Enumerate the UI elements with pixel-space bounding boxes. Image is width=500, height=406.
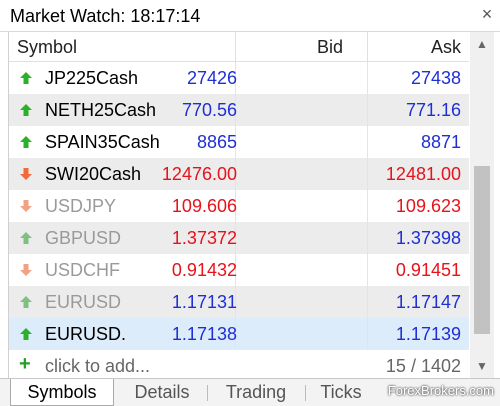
bid-price: 1.17131 xyxy=(171,292,237,312)
table-row[interactable]: NETH25Cash 770.56 771.16 xyxy=(9,94,469,126)
market-watch-table: Symbol Bid Ask JP225Cash 27426 27438 NETH25… xyxy=(8,32,469,378)
bid-price: 12476.00 xyxy=(161,164,237,184)
table-header: Symbol Bid Ask xyxy=(9,32,469,62)
column-header-symbol[interactable]: Symbol xyxy=(17,37,77,58)
bid-price: 109.606 xyxy=(171,196,237,216)
column-header-ask[interactable]: Ask xyxy=(431,37,461,58)
table-row[interactable]: EURUSD. 1.17138 1.17139 xyxy=(9,318,469,350)
tab-details[interactable]: Details xyxy=(118,379,206,406)
title-bar: Market Watch: 18:17:14 × xyxy=(0,0,500,32)
column-header-bid[interactable]: Bid xyxy=(317,37,343,58)
plus-icon: + xyxy=(19,353,31,375)
watermark: ForexBrokers.com xyxy=(387,383,494,398)
arrow-up-icon xyxy=(20,328,32,340)
ask-price: 1.17139 xyxy=(395,324,461,344)
add-symbol-row[interactable]: + click to add... 15 / 1402 xyxy=(9,350,469,378)
ask-price: 27438 xyxy=(410,68,461,88)
arrow-up-icon xyxy=(20,232,32,244)
bid-price: 1.17138 xyxy=(171,324,237,344)
table-row[interactable]: JP225Cash 27426 27438 xyxy=(9,62,469,94)
arrow-up-icon xyxy=(20,72,32,84)
scrollbar-thumb[interactable] xyxy=(474,166,490,334)
arrow-up-icon xyxy=(20,104,32,116)
ask-price: 12481.00 xyxy=(385,164,461,184)
close-icon[interactable]: × xyxy=(478,4,496,24)
arrow-down-icon xyxy=(20,264,32,276)
symbol-name: JP225Cash xyxy=(45,68,139,88)
symbol-name: NETH25Cash xyxy=(45,100,157,120)
ask-price: 771.16 xyxy=(405,100,461,120)
tab-trading[interactable]: Trading xyxy=(208,379,304,406)
table-row[interactable]: EURUSD 1.17131 1.17147 xyxy=(9,286,469,318)
symbol-name: SWI20Cash xyxy=(45,164,142,184)
table-row[interactable]: SWI20Cash 12476.00 12481.00 xyxy=(9,158,469,190)
bid-price: 0.91432 xyxy=(171,260,237,280)
symbol-name: EURUSD xyxy=(45,292,122,312)
bid-price: 8865 xyxy=(196,132,237,152)
table-row[interactable]: GBPUSD 1.37372 1.37398 xyxy=(9,222,469,254)
bid-price: 770.56 xyxy=(181,100,237,120)
symbol-name: GBPUSD xyxy=(45,228,122,248)
ask-price: 1.37398 xyxy=(395,228,461,248)
symbol-name: USDCHF xyxy=(45,260,120,280)
scroll-down-icon[interactable]: ▼ xyxy=(470,354,494,378)
symbol-name: USDJPY xyxy=(45,196,117,216)
table-row[interactable]: USDCHF 0.91432 0.91451 xyxy=(9,254,469,286)
bid-price: 1.37372 xyxy=(171,228,237,248)
table-row[interactable]: SPAIN35Cash 8865 8871 xyxy=(9,126,469,158)
ask-price: 109.623 xyxy=(395,196,461,216)
arrow-up-icon xyxy=(20,136,32,148)
scroll-up-icon[interactable]: ▲ xyxy=(470,32,494,56)
arrow-down-icon xyxy=(20,168,32,180)
table-row[interactable]: USDJPY 109.606 109.623 xyxy=(9,190,469,222)
ask-price: 8871 xyxy=(420,132,461,152)
symbol-name: SPAIN35Cash xyxy=(45,132,160,152)
arrow-down-icon xyxy=(20,200,32,212)
ask-price: 1.17147 xyxy=(395,292,461,312)
arrow-up-icon xyxy=(20,296,32,308)
symbol-count: 15 / 1402 xyxy=(385,356,461,376)
vertical-scrollbar[interactable]: ▲ ▼ xyxy=(470,32,494,378)
add-symbol-label[interactable]: click to add... xyxy=(45,356,150,377)
tab-symbols[interactable]: Symbols xyxy=(10,379,114,406)
window-title: Market Watch: 18:17:14 xyxy=(10,6,201,26)
ask-price: 0.91451 xyxy=(395,260,461,280)
bid-price: 27426 xyxy=(186,68,237,88)
symbol-name: EURUSD. xyxy=(45,324,127,344)
tab-ticks[interactable]: Ticks xyxy=(306,379,376,406)
